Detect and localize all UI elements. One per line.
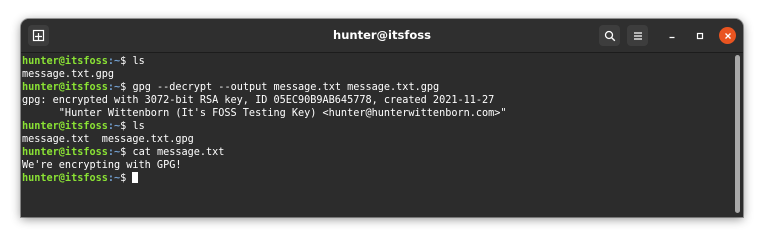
output-line: "Hunter Wittenborn (It's FOSS Testing Ke…	[22, 108, 507, 119]
maximize-button[interactable]	[691, 27, 708, 44]
command-line: hunter@itsfoss:~$ ls	[22, 55, 727, 68]
output-line: message.txt.gpg	[22, 69, 115, 80]
command-text: gpg --decrypt --output message.txt messa…	[132, 82, 440, 93]
menu-button[interactable]	[627, 25, 648, 46]
output-line: We're encrypting with GPG!	[22, 160, 182, 171]
prompt-path: :~	[107, 82, 121, 93]
prompt-user-host: hunter@itsfoss	[22, 121, 108, 132]
close-button[interactable]	[719, 27, 736, 44]
prompt-user-host: hunter@itsfoss	[22, 56, 108, 67]
search-button[interactable]	[599, 25, 620, 46]
terminal-window: hunter@itsfoss hunter@itsfoss:~$ ls mess…	[21, 19, 743, 217]
minimize-button[interactable]	[663, 27, 680, 44]
prompt-sign: $	[120, 173, 133, 184]
hamburger-menu-icon	[633, 31, 642, 40]
title-bar[interactable]: hunter@itsfoss	[21, 19, 743, 53]
command-line: hunter@itsfoss:~$ cat message.txt	[22, 146, 727, 159]
terminal-output: hunter@itsfoss:~$ ls message.txt.gpg hunte…	[22, 55, 727, 185]
command-text: cat message.txt	[132, 147, 225, 158]
prompt-sign: $	[120, 82, 133, 93]
prompt-sign: $	[120, 147, 133, 158]
command-line: hunter@itsfoss:~$ ls	[22, 120, 727, 133]
prompt-user-host: hunter@itsfoss	[22, 173, 108, 184]
command-line: hunter@itsfoss:~$ gpg --decrypt --output…	[22, 81, 727, 94]
close-icon	[724, 32, 731, 39]
prompt-user-host: hunter@itsfoss	[22, 82, 108, 93]
search-icon	[604, 30, 615, 41]
output-line: message.txt message.txt.gpg	[22, 134, 194, 145]
text-cursor	[132, 172, 139, 183]
minimize-icon	[669, 36, 674, 38]
prompt-user-host: hunter@itsfoss	[22, 147, 108, 158]
prompt-sign: $	[120, 56, 133, 67]
command-line: hunter@itsfoss:~$	[22, 172, 727, 185]
prompt-path: :~	[107, 56, 121, 67]
prompt-path: :~	[107, 121, 121, 132]
terminal-area[interactable]: hunter@itsfoss:~$ ls message.txt.gpg hunte…	[21, 53, 743, 217]
scrollbar[interactable]	[735, 55, 740, 213]
prompt-sign: $	[120, 121, 133, 132]
command-text: ls	[132, 121, 145, 132]
output-line: gpg: encrypted with 3072-bit RSA key, ID…	[22, 95, 495, 106]
prompt-path: :~	[107, 173, 121, 184]
prompt-path: :~	[107, 147, 121, 158]
command-text: ls	[132, 56, 145, 67]
maximize-icon	[696, 32, 703, 39]
